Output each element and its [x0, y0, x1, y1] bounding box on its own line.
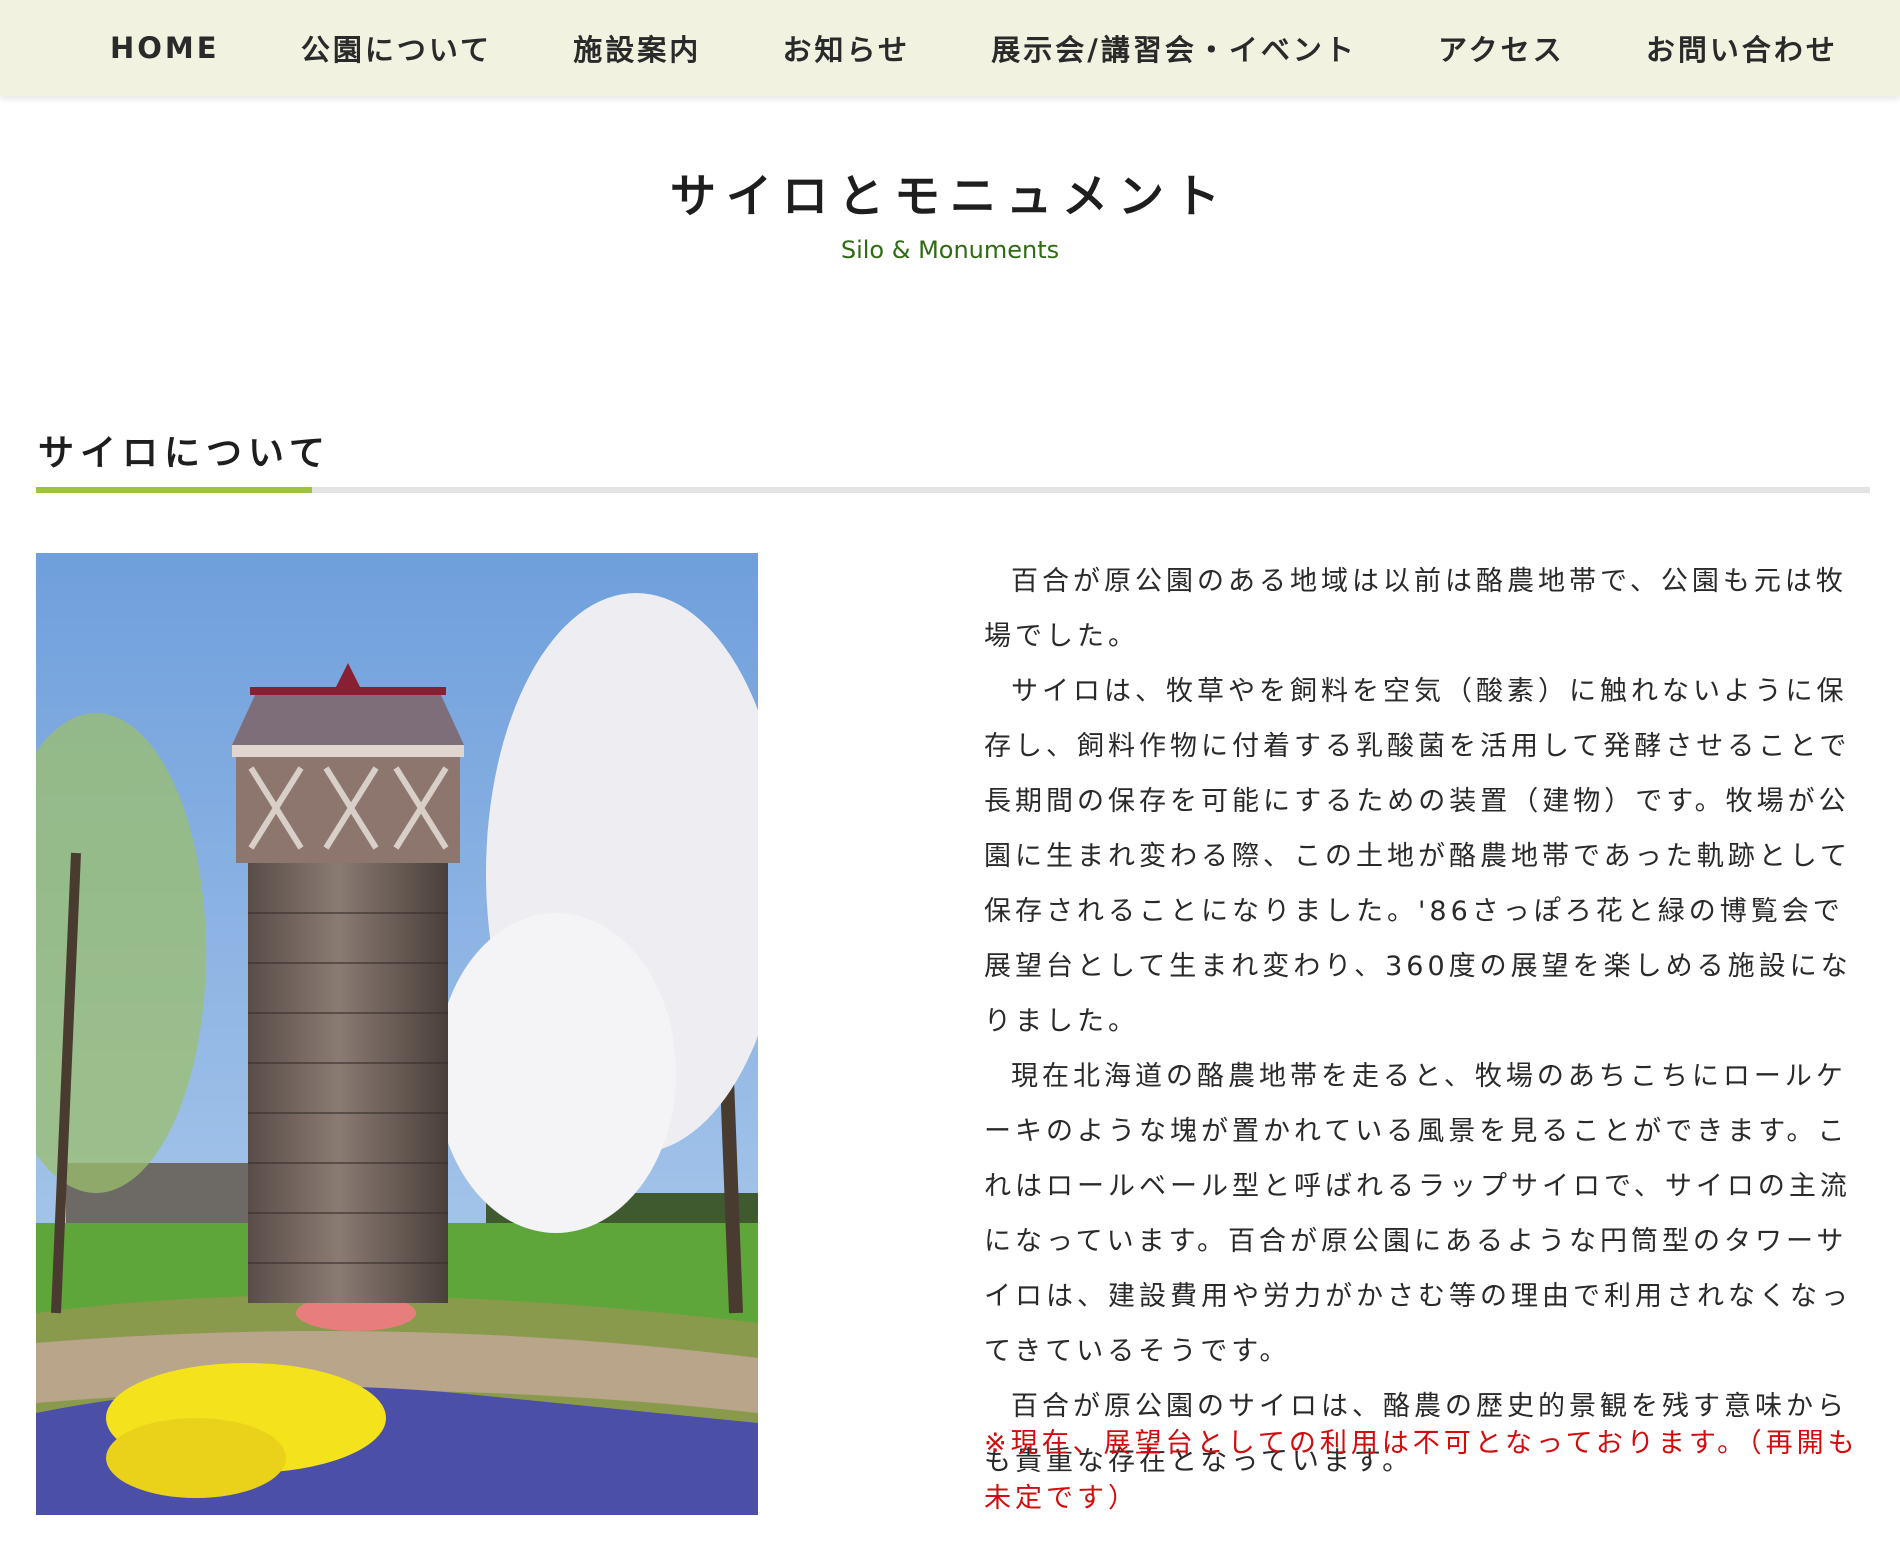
section-heading: サイロについて: [38, 433, 331, 474]
nav-events[interactable]: 展示会/講習会・イベント: [991, 27, 1357, 69]
closure-notice: ※現在、展望台としての利用は不可となっております。（再開も未定です）: [984, 1428, 1859, 1514]
section-body: 百合が原公園のある地域は以前は酪農地帯で、公園も元は牧場でした。 サイロは、牧草…: [984, 554, 1870, 1489]
nav-access[interactable]: アクセス: [1438, 27, 1565, 69]
section-divider-accent: [36, 487, 312, 493]
section-divider: [36, 487, 1870, 493]
nav-contact[interactable]: お問い合わせ: [1646, 27, 1838, 69]
nav-about-park[interactable]: 公園について: [301, 27, 492, 69]
silo-photo: [36, 553, 758, 1515]
body-paragraph: 現在北海道の酪農地帯を走ると、牧場のあちこちにロールケーキのような塊が置かれてい…: [984, 1061, 1852, 1367]
page-title: サイロとモニュメント: [670, 169, 1230, 223]
global-nav: HOME 公園について 施設案内 お知らせ 展示会/講習会・イベント アクセス …: [0, 0, 1900, 96]
nav-news[interactable]: お知らせ: [783, 27, 910, 69]
silo-photo-illustration: [36, 553, 758, 1515]
nav-home[interactable]: HOME: [110, 31, 220, 65]
body-paragraph: 百合が原公園のある地域は以前は酪農地帯で、公園も元は牧場でした。: [984, 566, 1847, 652]
page: HOME 公園について 施設案内 お知らせ 展示会/講習会・イベント アクセス …: [0, 0, 1900, 1560]
nav-facilities[interactable]: 施設案内: [573, 27, 701, 69]
page-subtitle: Silo & Monuments: [840, 236, 1060, 264]
body-paragraph: サイロは、牧草やを飼料を空気（酸素）に触れないように保存し、飼料作物に付着する乳…: [984, 676, 1852, 1037]
